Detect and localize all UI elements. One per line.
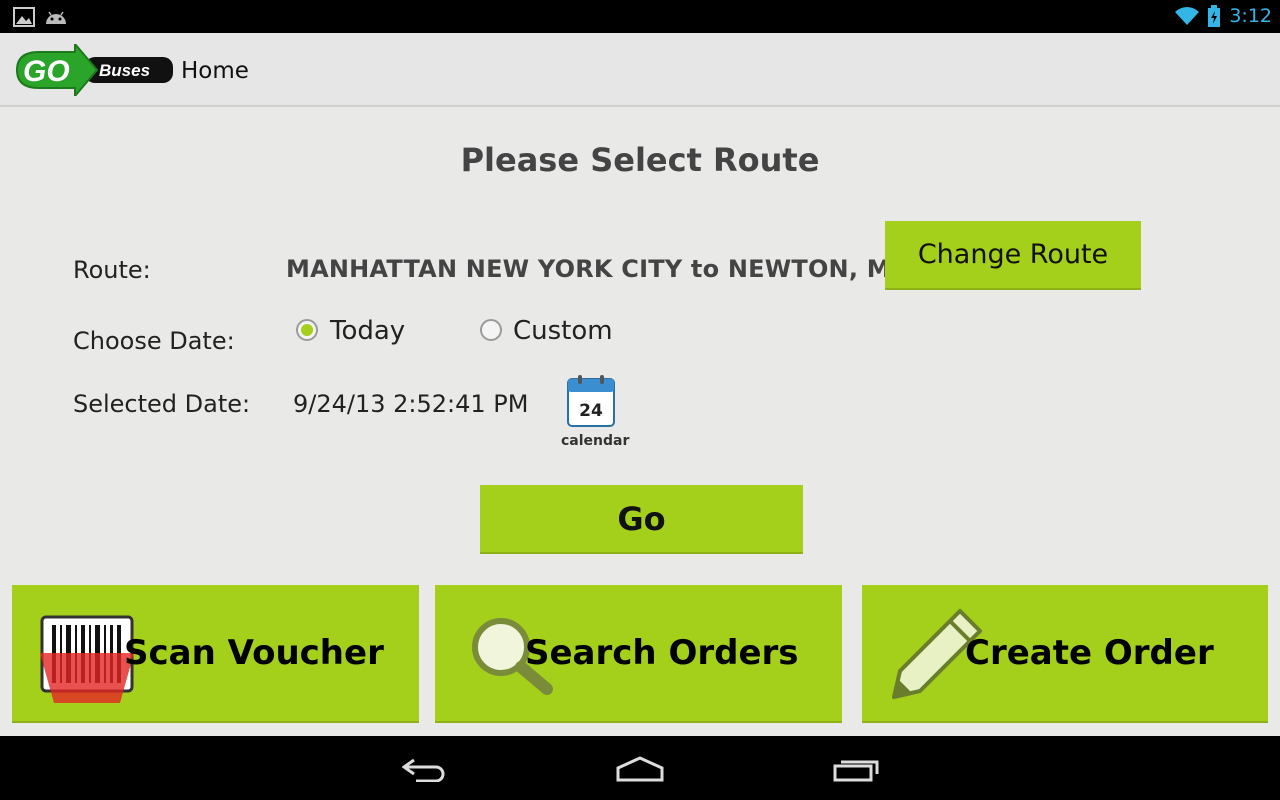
system-nav-bar [0,736,1280,800]
today-radio[interactable] [296,319,318,341]
go-button[interactable]: Go [480,485,803,554]
action-bar: GO Buses Home [0,33,1280,107]
search-orders-label: Search Orders [525,633,799,673]
route-label: Route: [73,256,151,284]
calendar-label[interactable]: calendar [561,433,629,449]
create-order-button[interactable]: Create Order [862,585,1268,723]
change-route-button[interactable]: Change Route [885,221,1141,290]
go-buses-logo[interactable]: GO Buses [15,44,175,96]
status-time: 3:12 [1229,5,1272,27]
section-heading: Please Select Route [460,141,820,179]
logo-buses-text: Buses [99,61,150,80]
today-radio-label[interactable]: Today [330,316,405,346]
selected-date-label: Selected Date: [73,390,251,418]
page-title: Home [181,58,249,84]
battery-charging-icon [1208,5,1220,27]
logo-go-text: GO [23,55,70,88]
barcode-scanner-icon [40,615,134,703]
choose-date-label: Choose Date: [73,327,235,355]
search-orders-button[interactable]: Search Orders [435,585,842,723]
home-icon[interactable] [616,756,664,782]
calendar-day-text: 24 [579,401,603,421]
back-icon[interactable] [402,756,448,782]
scan-voucher-button[interactable]: Scan Voucher [12,585,419,723]
calendar-icon[interactable]: 24 [566,374,616,428]
create-order-label: Create Order [965,633,1214,673]
scan-voucher-label: Scan Voucher [124,633,384,673]
route-value: MANHATTAN NEW YORK CITY to NEWTON, MA [286,255,910,283]
status-bar: 3:12 [0,0,1280,33]
recent-apps-icon[interactable] [833,756,881,782]
image-notification-icon [13,7,35,27]
wifi-icon [1175,7,1199,25]
custom-radio[interactable] [480,319,502,341]
android-debug-icon [46,11,66,24]
selected-date-value: 9/24/13 2:52:41 PM [293,390,529,418]
custom-radio-label[interactable]: Custom [513,316,613,346]
